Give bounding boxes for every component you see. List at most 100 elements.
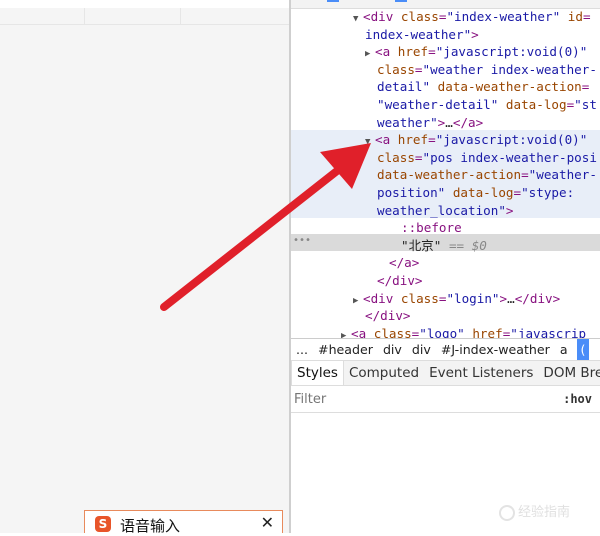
dom-node-line[interactable]: "weather-detail" data-log="st: [377, 96, 600, 114]
tab-indicator: [327, 0, 339, 2]
dom-token: weather_location": [377, 202, 506, 218]
styles-tabbar: StylesComputedEvent ListenersDOM Breakp: [291, 361, 600, 386]
dom-token: "index-weather": [446, 9, 568, 24]
tab-event-listeners[interactable]: Event Listeners: [424, 361, 538, 385]
voice-input-popup[interactable]: S 语音输入 ✕: [84, 510, 283, 535]
dom-token: =: [582, 9, 591, 24]
dom-token: class: [400, 290, 439, 306]
breadcrumb-item[interactable]: #J-index-weather: [441, 339, 550, 360]
dom-token: ::before: [401, 220, 462, 236]
dom-token: "weather-detail": [377, 97, 506, 112]
breadcrumb-item[interactable]: #header: [318, 339, 373, 360]
dom-token: position": [377, 185, 453, 200]
watermark-icon: [499, 504, 515, 521]
dom-node-line[interactable]: index-weather">: [365, 26, 600, 44]
expand-triangle-icon[interactable]: ▼: [365, 134, 375, 152]
breadcrumb-item[interactable]: div: [383, 339, 402, 360]
dom-token: <a: [351, 325, 374, 338]
tab-dom-breakp[interactable]: DOM Breakp: [538, 361, 600, 385]
dom-token: class: [400, 9, 439, 24]
dom-token: </a>: [452, 114, 484, 130]
dom-token: =: [414, 61, 423, 77]
dom-token: "javascript:void(0)": [435, 44, 588, 60]
dom-token: data-log: [505, 97, 567, 112]
dom-node-line[interactable]: </a>: [389, 254, 600, 272]
styles-filter-row: :hov: [291, 386, 600, 413]
expand-triangle-icon[interactable]: ▼: [353, 11, 363, 29]
dom-node-line[interactable]: weather">…</a>: [377, 114, 600, 132]
dom-token: "weather-: [528, 167, 597, 183]
dom-token: <div: [363, 9, 401, 24]
breadcrumb-item[interactable]: a: [560, 339, 568, 360]
dom-token: <a: [375, 44, 398, 60]
expand-triangle-icon[interactable]: ▶: [341, 328, 351, 338]
dom-node-line[interactable]: ::before: [401, 219, 600, 237]
dom-token: "weather index-weather-: [422, 61, 597, 77]
cell-separator: [180, 8, 181, 24]
dom-token: "logo": [419, 325, 473, 338]
expand-triangle-icon[interactable]: ▶: [353, 293, 363, 311]
devtools-panel: ••• ▼ <div class="index-weather" id= index…: [291, 0, 600, 533]
node-ellipsis-icon[interactable]: •••: [293, 235, 311, 246]
dom-node-line[interactable]: ▶ <a class="logo" href="javascrip: [341, 325, 600, 338]
dom-node-line[interactable]: class="pos index-weather-posi: [377, 149, 600, 167]
dom-node-line[interactable]: </div>: [377, 272, 600, 290]
dom-token: data-log: [452, 185, 514, 200]
elements-tree[interactable]: ••• ▼ <div class="index-weather" id= index…: [291, 8, 600, 338]
dom-token: data-weather-action: [437, 79, 582, 95]
dom-token: class: [373, 325, 412, 338]
dom-token: == $0: [441, 237, 487, 253]
dom-node-line[interactable]: ▶ <div class="login">…</div>: [353, 290, 600, 308]
dom-token: </div>: [365, 308, 411, 324]
expand-triangle-icon[interactable]: ▶: [365, 46, 375, 64]
styles-pane: 经验指南: [291, 413, 600, 533]
dom-token: "login": [446, 290, 500, 306]
dom-token: </div>: [514, 290, 561, 306]
dom-token: "stype:: [521, 185, 575, 200]
dom-node-line[interactable]: ▼ <a href="javascript:void(0)": [365, 131, 600, 149]
dom-node-line[interactable]: class="weather index-weather-: [377, 61, 600, 79]
dom-token: class: [377, 149, 415, 165]
dom-token: detail": [377, 79, 438, 95]
dom-node-line[interactable]: detail" data-weather-action=: [377, 78, 600, 96]
dom-token: =: [414, 149, 423, 165]
dom-token: <div: [363, 290, 401, 306]
tab-styles[interactable]: Styles: [291, 361, 344, 385]
hov-toggle[interactable]: :hov: [563, 386, 592, 412]
breadcrumb-item[interactable]: div: [412, 339, 431, 360]
dom-node-line[interactable]: data-weather-action="weather-: [377, 166, 600, 184]
dom-token: …: [507, 290, 515, 306]
close-icon[interactable]: ✕: [261, 513, 274, 532]
dom-token: "javascrip: [510, 325, 587, 338]
dom-node-line[interactable]: weather_location">: [377, 202, 600, 220]
dom-token: href: [397, 44, 429, 60]
dom-token: >: [471, 26, 479, 42]
dom-node-line[interactable]: ▶ <a href="javascript:void(0)": [365, 43, 600, 61]
dom-token: "北京": [401, 237, 442, 253]
page-header-cells: [0, 8, 289, 24]
dom-token: </div>: [377, 273, 423, 288]
tab-indicator: [395, 0, 407, 2]
dom-token: …: [445, 114, 453, 130]
dom-token: weather": [377, 114, 438, 130]
watermark-text: 经验指南: [518, 505, 571, 520]
breadcrumb-item[interactable]: ...: [296, 339, 308, 360]
tab-computed[interactable]: Computed: [344, 361, 424, 385]
dom-node-line[interactable]: position" data-log="stype:: [377, 184, 600, 202]
breadcrumb-item-active[interactable]: (: [576, 339, 590, 360]
styles-filter-input[interactable]: [294, 386, 534, 412]
dom-token: >: [505, 202, 514, 218]
dom-token: href: [472, 325, 503, 338]
dom-node-line[interactable]: </div>: [365, 307, 600, 325]
dom-token: "javascript:void(0)": [435, 132, 588, 148]
breadcrumb: ... #header div div #J-index-weather a (: [291, 338, 600, 361]
dom-token: "st: [574, 97, 597, 112]
dom-node-line[interactable]: "北京" == $0: [401, 237, 600, 255]
dom-token: =: [581, 79, 590, 95]
dom-token: data-weather-action: [377, 167, 522, 183]
dom-token: index-weather": [365, 26, 472, 42]
browser-page: [0, 0, 289, 533]
dom-token: =: [521, 167, 529, 183]
dom-node-line[interactable]: ▼ <div class="index-weather" id=: [353, 8, 600, 26]
dom-token: "pos index-weather-posi: [422, 149, 597, 165]
